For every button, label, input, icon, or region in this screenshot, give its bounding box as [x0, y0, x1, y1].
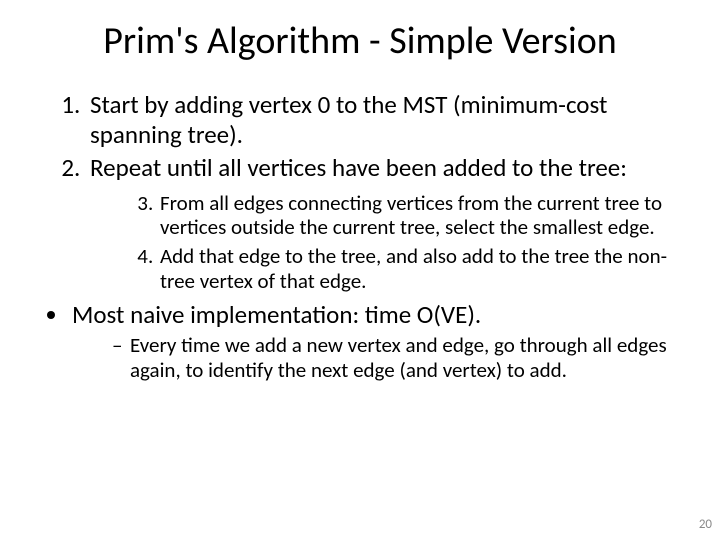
sub-list: From all edges connecting vertices from … [90, 191, 690, 294]
step-4: Add that edge to the tree, and also add … [158, 244, 690, 294]
note-text: Most naive implementation: time O(VE). [72, 299, 481, 330]
slide-title: Prim's Algorithm - Simple Version [30, 18, 690, 64]
step-2-text: Repeat until all vertices have been adde… [90, 152, 627, 183]
note-sub-list: Every time we add a new vertex and edge,… [72, 333, 690, 383]
note-line: Most naive implementation: time O(VE). E… [70, 300, 690, 384]
note-sub: Every time we add a new vertex and edge,… [112, 333, 690, 383]
step-1: Start by adding vertex 0 to the MST (min… [86, 90, 690, 149]
slide: Prim's Algorithm - Simple Version Start … [0, 0, 720, 540]
step-3: From all edges connecting vertices from … [158, 191, 690, 241]
note-list: Most naive implementation: time O(VE). E… [30, 300, 690, 384]
main-list: Start by adding vertex 0 to the MST (min… [30, 90, 690, 294]
page-number: 20 [699, 517, 712, 532]
step-2: Repeat until all vertices have been adde… [86, 153, 690, 294]
